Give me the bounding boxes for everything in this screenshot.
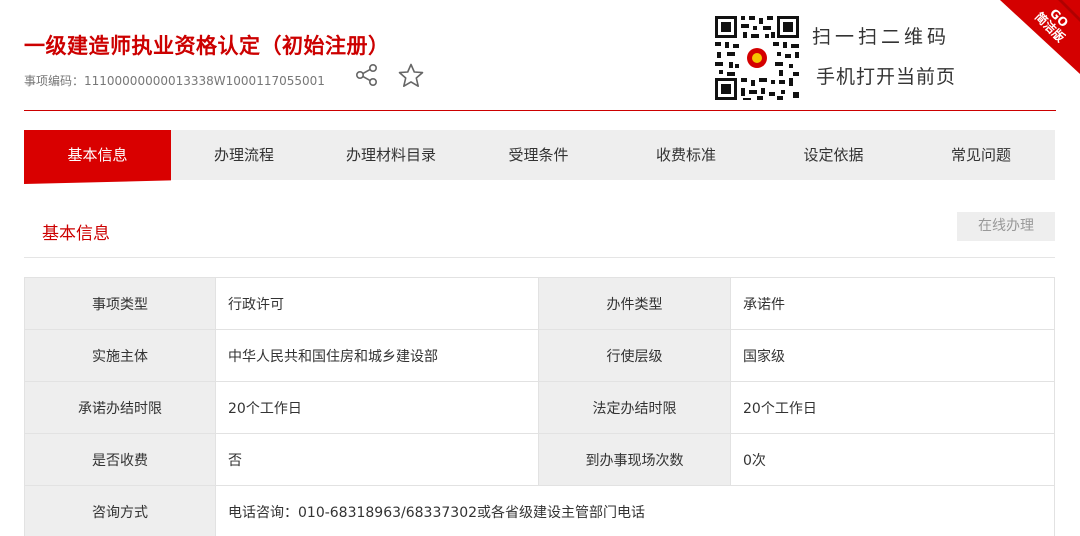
row-value: 行政许可	[215, 277, 539, 330]
row-value: 否	[215, 433, 539, 486]
table-row: 咨询方式 电话咨询：010-68318963/68337302或各省级建设主管部…	[24, 485, 1055, 536]
header-divider	[24, 110, 1056, 111]
basic-info-table: 事项类型 行政许可 办件类型 承诺件 实施主体 中华人民共和国住房和城乡建设部 …	[24, 277, 1055, 536]
row-label: 是否收费	[24, 433, 216, 486]
section-title: 基本信息	[42, 224, 110, 244]
qr-scan-hint: 扫一扫二维码	[812, 26, 951, 48]
row-label: 行使层级	[538, 329, 731, 382]
item-code: 事项编码：11100000000013338W1000117055001	[24, 74, 325, 88]
table-row: 实施主体 中华人民共和国住房和城乡建设部 行使层级 国家级	[24, 329, 1055, 382]
row-value: 20个工作日	[215, 381, 539, 434]
row-value: 国家级	[730, 329, 1055, 382]
page-header: 一级建造师执业资格认定（初始注册） 事项编码：11100000000013338…	[0, 0, 1080, 112]
row-value: 中华人民共和国住房和城乡建设部	[215, 329, 539, 382]
online-apply-button[interactable]: 在线办理	[957, 212, 1055, 241]
row-label: 法定办结时限	[538, 381, 731, 434]
row-label: 事项类型	[24, 277, 216, 330]
tab-faq[interactable]: 常见问题	[907, 130, 1055, 180]
row-label: 承诺办结时限	[24, 381, 216, 434]
row-label: 实施主体	[24, 329, 216, 382]
row-label: 到办事现场次数	[538, 433, 731, 486]
share-icon[interactable]	[354, 62, 380, 88]
qr-open-hint: 手机打开当前页	[816, 66, 957, 88]
row-value: 20个工作日	[730, 381, 1055, 434]
section-divider	[24, 257, 1055, 258]
tab-materials[interactable]: 办理材料目录	[317, 130, 465, 180]
star-icon[interactable]	[397, 62, 425, 90]
tab-legal-basis[interactable]: 设定依据	[760, 130, 907, 180]
row-label: 咨询方式	[24, 485, 216, 536]
tab-process[interactable]: 办理流程	[171, 130, 317, 180]
row-value: 0次	[730, 433, 1055, 486]
table-row: 事项类型 行政许可 办件类型 承诺件	[24, 277, 1055, 330]
table-row: 承诺办结时限 20个工作日 法定办结时限 20个工作日	[24, 381, 1055, 434]
page-title: 一级建造师执业资格认定（初始注册）	[24, 34, 390, 58]
table-row: 是否收费 否 到办事现场次数 0次	[24, 433, 1055, 486]
qr-code-icon	[713, 14, 801, 102]
row-value: 承诺件	[730, 277, 1055, 330]
tab-bar: 基本信息 办理流程 办理材料目录 受理条件 收费标准 设定依据 常见问题	[24, 130, 1055, 180]
consult-value: 电话咨询：010-68318963/68337302或各省级建设主管部门电话	[215, 485, 1055, 536]
tab-conditions[interactable]: 受理条件	[465, 130, 612, 180]
tab-fees[interactable]: 收费标准	[612, 130, 760, 180]
simple-version-corner[interactable]: GO 简洁版	[1000, 0, 1080, 74]
tab-basic-info[interactable]: 基本信息	[24, 130, 171, 180]
row-label: 办件类型	[538, 277, 731, 330]
